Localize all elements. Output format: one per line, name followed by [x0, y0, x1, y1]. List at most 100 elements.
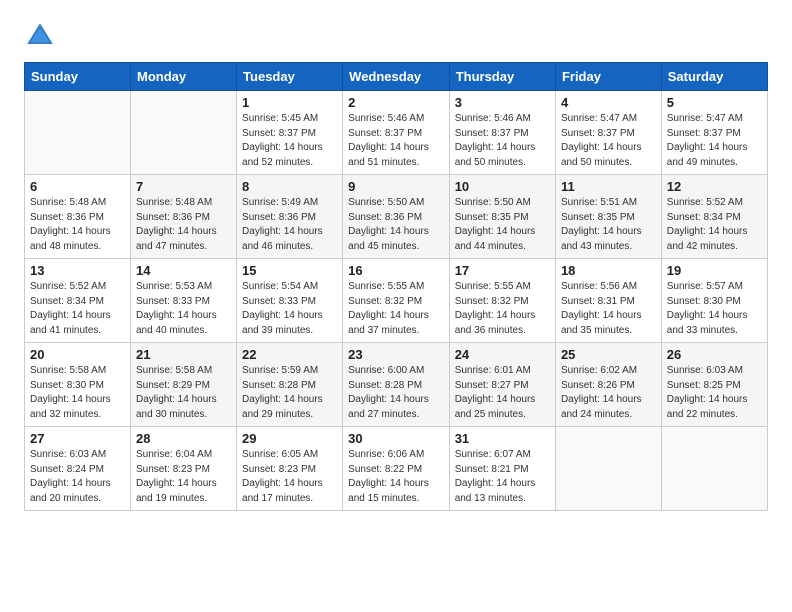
weekday-header-tuesday: Tuesday	[237, 63, 343, 91]
weekday-header-sunday: Sunday	[25, 63, 131, 91]
calendar-cell: 2 Sunrise: 5:46 AM Sunset: 8:37 PM Daylig…	[343, 91, 450, 175]
day-info: Sunrise: 6:04 AM Sunset: 8:23 PM Dayligh…	[136, 448, 231, 506]
day-number: 30	[348, 431, 444, 446]
day-number: 9	[348, 179, 444, 194]
weekday-header-row: SundayMondayTuesdayWednesdayThursdayFrid…	[25, 63, 768, 91]
day-info: Sunrise: 5:50 AM Sunset: 8:35 PM Dayligh…	[455, 196, 550, 254]
calendar-cell: 7Sunrise: 5:48 AM Sunset: 8:36 PM Daylig…	[131, 175, 237, 259]
calendar-cell: 12Sunrise: 5:52 AM Sunset: 8:34 PM Dayli…	[661, 175, 767, 259]
day-number: 29	[242, 431, 337, 446]
day-number: 10	[455, 179, 550, 194]
calendar-cell: 30 Sunrise: 6:06 AM Sunset: 8:22 PM Dayli…	[343, 427, 450, 511]
day-number: 26	[667, 347, 762, 362]
day-number: 17	[455, 263, 550, 278]
calendar-cell: 21 Sunrise: 5:58 AM Sunset: 8:29 PM Dayli…	[131, 343, 237, 427]
day-number: 27	[30, 431, 125, 446]
calendar-week-3: 13 Sunrise: 5:52 AM Sunset: 8:34 PM Dayli…	[25, 259, 768, 343]
calendar-cell: 20Sunrise: 5:58 AM Sunset: 8:30 PM Dayli…	[25, 343, 131, 427]
calendar-week-4: 20Sunrise: 5:58 AM Sunset: 8:30 PM Dayli…	[25, 343, 768, 427]
calendar-cell: 16Sunrise: 5:55 AM Sunset: 8:32 PM Dayli…	[343, 259, 450, 343]
calendar-header: SundayMondayTuesdayWednesdayThursdayFrid…	[25, 63, 768, 91]
calendar-cell: 17Sunrise: 5:55 AM Sunset: 8:32 PM Dayli…	[449, 259, 555, 343]
day-info: Sunrise: 6:02 AM Sunset: 8:26 PM Dayligh…	[561, 364, 656, 422]
day-number: 23	[348, 347, 444, 362]
day-number: 16	[348, 263, 444, 278]
day-info: Sunrise: 5:52 AM Sunset: 8:34 PM Dayligh…	[30, 280, 125, 338]
calendar-cell	[661, 427, 767, 511]
day-info: Sunrise: 6:03 AM Sunset: 8:24 PM Dayligh…	[30, 448, 125, 506]
calendar-cell: 25 Sunrise: 6:02 AM Sunset: 8:26 PM Dayli…	[555, 343, 661, 427]
day-info: Sunrise: 5:58 AM Sunset: 8:30 PM Dayligh…	[30, 364, 125, 422]
day-number: 6	[30, 179, 125, 194]
day-info: Sunrise: 5:50 AM Sunset: 8:36 PM Dayligh…	[348, 196, 444, 254]
calendar-cell: 1 Sunrise: 5:45 AM Sunset: 8:37 PM Daylig…	[237, 91, 343, 175]
calendar-cell	[555, 427, 661, 511]
day-info: Sunrise: 5:57 AM Sunset: 8:30 PM Dayligh…	[667, 280, 762, 338]
weekday-header-monday: Monday	[131, 63, 237, 91]
calendar-cell	[25, 91, 131, 175]
day-info: Sunrise: 5:56 AM Sunset: 8:31 PM Dayligh…	[561, 280, 656, 338]
day-number: 18	[561, 263, 656, 278]
day-info: Sunrise: 5:47 AM Sunset: 8:37 PM Dayligh…	[561, 112, 656, 170]
day-info: Sunrise: 6:03 AM Sunset: 8:25 PM Dayligh…	[667, 364, 762, 422]
day-info: Sunrise: 5:53 AM Sunset: 8:33 PM Dayligh…	[136, 280, 231, 338]
calendar-cell: 6 Sunrise: 5:48 AM Sunset: 8:36 PM Daylig…	[25, 175, 131, 259]
weekday-header-wednesday: Wednesday	[343, 63, 450, 91]
day-number: 7	[136, 179, 231, 194]
calendar-week-5: 27 Sunrise: 6:03 AM Sunset: 8:24 PM Dayli…	[25, 427, 768, 511]
day-info: Sunrise: 5:51 AM Sunset: 8:35 PM Dayligh…	[561, 196, 656, 254]
logo-icon	[24, 20, 56, 52]
calendar-cell: 19Sunrise: 5:57 AM Sunset: 8:30 PM Dayli…	[661, 259, 767, 343]
calendar-week-2: 6 Sunrise: 5:48 AM Sunset: 8:36 PM Daylig…	[25, 175, 768, 259]
calendar-cell: 8 Sunrise: 5:49 AM Sunset: 8:36 PM Daylig…	[237, 175, 343, 259]
day-number: 14	[136, 263, 231, 278]
day-info: Sunrise: 6:00 AM Sunset: 8:28 PM Dayligh…	[348, 364, 444, 422]
calendar-cell: 10 Sunrise: 5:50 AM Sunset: 8:35 PM Dayli…	[449, 175, 555, 259]
weekday-header-thursday: Thursday	[449, 63, 555, 91]
calendar-cell: 28 Sunrise: 6:04 AM Sunset: 8:23 PM Dayli…	[131, 427, 237, 511]
day-info: Sunrise: 5:45 AM Sunset: 8:37 PM Dayligh…	[242, 112, 337, 170]
day-info: Sunrise: 5:48 AM Sunset: 8:36 PM Dayligh…	[30, 196, 125, 254]
day-info: Sunrise: 5:58 AM Sunset: 8:29 PM Dayligh…	[136, 364, 231, 422]
calendar-cell: 4 Sunrise: 5:47 AM Sunset: 8:37 PM Daylig…	[555, 91, 661, 175]
calendar-cell: 13 Sunrise: 5:52 AM Sunset: 8:34 PM Dayli…	[25, 259, 131, 343]
day-info: Sunrise: 5:47 AM Sunset: 8:37 PM Dayligh…	[667, 112, 762, 170]
day-number: 8	[242, 179, 337, 194]
calendar-cell: 18 Sunrise: 5:56 AM Sunset: 8:31 PM Dayli…	[555, 259, 661, 343]
day-info: Sunrise: 6:06 AM Sunset: 8:22 PM Dayligh…	[348, 448, 444, 506]
day-number: 21	[136, 347, 231, 362]
calendar-cell	[131, 91, 237, 175]
day-number: 31	[455, 431, 550, 446]
day-info: Sunrise: 5:46 AM Sunset: 8:37 PM Dayligh…	[455, 112, 550, 170]
day-info: Sunrise: 5:46 AM Sunset: 8:37 PM Dayligh…	[348, 112, 444, 170]
day-number: 11	[561, 179, 656, 194]
calendar-cell: 14 Sunrise: 5:53 AM Sunset: 8:33 PM Dayli…	[131, 259, 237, 343]
day-number: 12	[667, 179, 762, 194]
calendar-cell: 3 Sunrise: 5:46 AM Sunset: 8:37 PM Daylig…	[449, 91, 555, 175]
day-info: Sunrise: 6:01 AM Sunset: 8:27 PM Dayligh…	[455, 364, 550, 422]
calendar-cell: 31 Sunrise: 6:07 AM Sunset: 8:21 PM Dayli…	[449, 427, 555, 511]
calendar-body: 1 Sunrise: 5:45 AM Sunset: 8:37 PM Daylig…	[25, 91, 768, 511]
calendar-cell: 27 Sunrise: 6:03 AM Sunset: 8:24 PM Dayli…	[25, 427, 131, 511]
calendar-cell: 9 Sunrise: 5:50 AM Sunset: 8:36 PM Daylig…	[343, 175, 450, 259]
day-number: 4	[561, 95, 656, 110]
day-info: Sunrise: 6:07 AM Sunset: 8:21 PM Dayligh…	[455, 448, 550, 506]
day-info: Sunrise: 6:05 AM Sunset: 8:23 PM Dayligh…	[242, 448, 337, 506]
calendar-cell: 5 Sunrise: 5:47 AM Sunset: 8:37 PM Daylig…	[661, 91, 767, 175]
calendar-cell: 24Sunrise: 6:01 AM Sunset: 8:27 PM Dayli…	[449, 343, 555, 427]
calendar-cell: 11 Sunrise: 5:51 AM Sunset: 8:35 PM Dayli…	[555, 175, 661, 259]
day-number: 5	[667, 95, 762, 110]
day-number: 28	[136, 431, 231, 446]
weekday-header-saturday: Saturday	[661, 63, 767, 91]
weekday-header-friday: Friday	[555, 63, 661, 91]
day-info: Sunrise: 5:49 AM Sunset: 8:36 PM Dayligh…	[242, 196, 337, 254]
day-number: 2	[348, 95, 444, 110]
logo	[24, 20, 60, 52]
day-number: 3	[455, 95, 550, 110]
calendar-cell: 23 Sunrise: 6:00 AM Sunset: 8:28 PM Dayli…	[343, 343, 450, 427]
day-number: 25	[561, 347, 656, 362]
calendar-cell: 15Sunrise: 5:54 AM Sunset: 8:33 PM Dayli…	[237, 259, 343, 343]
day-info: Sunrise: 5:59 AM Sunset: 8:28 PM Dayligh…	[242, 364, 337, 422]
day-number: 1	[242, 95, 337, 110]
day-number: 13	[30, 263, 125, 278]
